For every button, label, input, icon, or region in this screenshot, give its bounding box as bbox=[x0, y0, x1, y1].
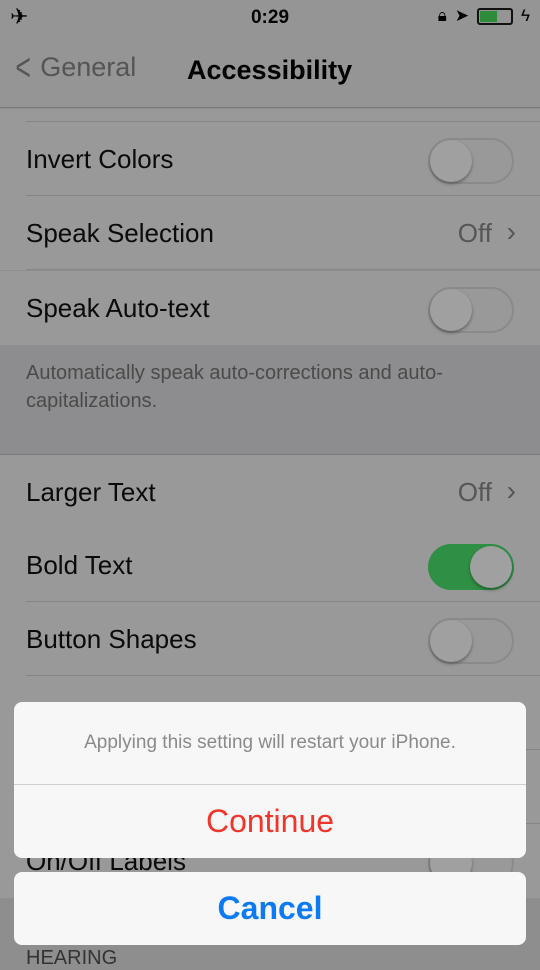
cancel-button[interactable]: Cancel bbox=[14, 872, 526, 945]
row-bold-text: Bold Text bbox=[0, 528, 540, 602]
section-header-hearing: HEARING bbox=[26, 947, 118, 969]
row-button-shapes: Button Shapes bbox=[0, 602, 540, 676]
location-icon: ➤ bbox=[454, 6, 469, 25]
list-item bbox=[0, 109, 540, 122]
row-label: Bold Text bbox=[26, 550, 133, 580]
charging-icon: ϟ bbox=[521, 6, 530, 25]
footer-text: Automatically speak auto-corrections and… bbox=[26, 362, 443, 412]
row-label: Larger Text bbox=[26, 477, 156, 507]
bold-text-toggle[interactable] bbox=[428, 544, 514, 590]
row-label: Speak Auto-text bbox=[26, 293, 210, 323]
back-label: General bbox=[40, 52, 137, 82]
chevron-left-icon: < bbox=[15, 46, 31, 89]
battery-icon bbox=[477, 7, 513, 25]
status-bar: ✈ 0:29 🔒︎ ➤ ϟ bbox=[0, 0, 540, 36]
action-sheet: Applying this setting will restart your … bbox=[14, 702, 526, 858]
cancel-sheet: Cancel bbox=[14, 872, 526, 945]
row-label: Invert Colors bbox=[26, 144, 174, 174]
nav-bar: < General Accessibility bbox=[0, 36, 540, 108]
section-footer: Automatically speak auto-corrections and… bbox=[0, 345, 540, 455]
row-invert-colors: Invert Colors bbox=[0, 122, 540, 196]
continue-button[interactable]: Continue bbox=[14, 785, 526, 858]
page-title: Accessibility bbox=[187, 55, 353, 85]
invert-colors-toggle[interactable] bbox=[428, 138, 514, 184]
row-value: Off bbox=[457, 477, 492, 507]
back-button[interactable]: < General bbox=[12, 46, 137, 89]
rotation-lock-icon: 🔒︎ bbox=[437, 6, 447, 25]
row-larger-text[interactable]: Larger Text Off › bbox=[0, 455, 540, 529]
row-speak-auto-text: Speak Auto-text bbox=[0, 271, 540, 345]
button-shapes-toggle[interactable] bbox=[428, 618, 514, 664]
speak-auto-text-toggle[interactable] bbox=[428, 287, 514, 333]
chevron-right-icon: › bbox=[506, 475, 516, 506]
chevron-right-icon: › bbox=[506, 216, 516, 247]
row-speak-selection[interactable]: Speak Selection Off › bbox=[0, 196, 540, 270]
row-label: Speak Selection bbox=[26, 218, 214, 248]
row-label: Button Shapes bbox=[26, 624, 197, 654]
row-value: Off bbox=[457, 218, 492, 248]
action-sheet-message: Applying this setting will restart your … bbox=[14, 702, 526, 785]
